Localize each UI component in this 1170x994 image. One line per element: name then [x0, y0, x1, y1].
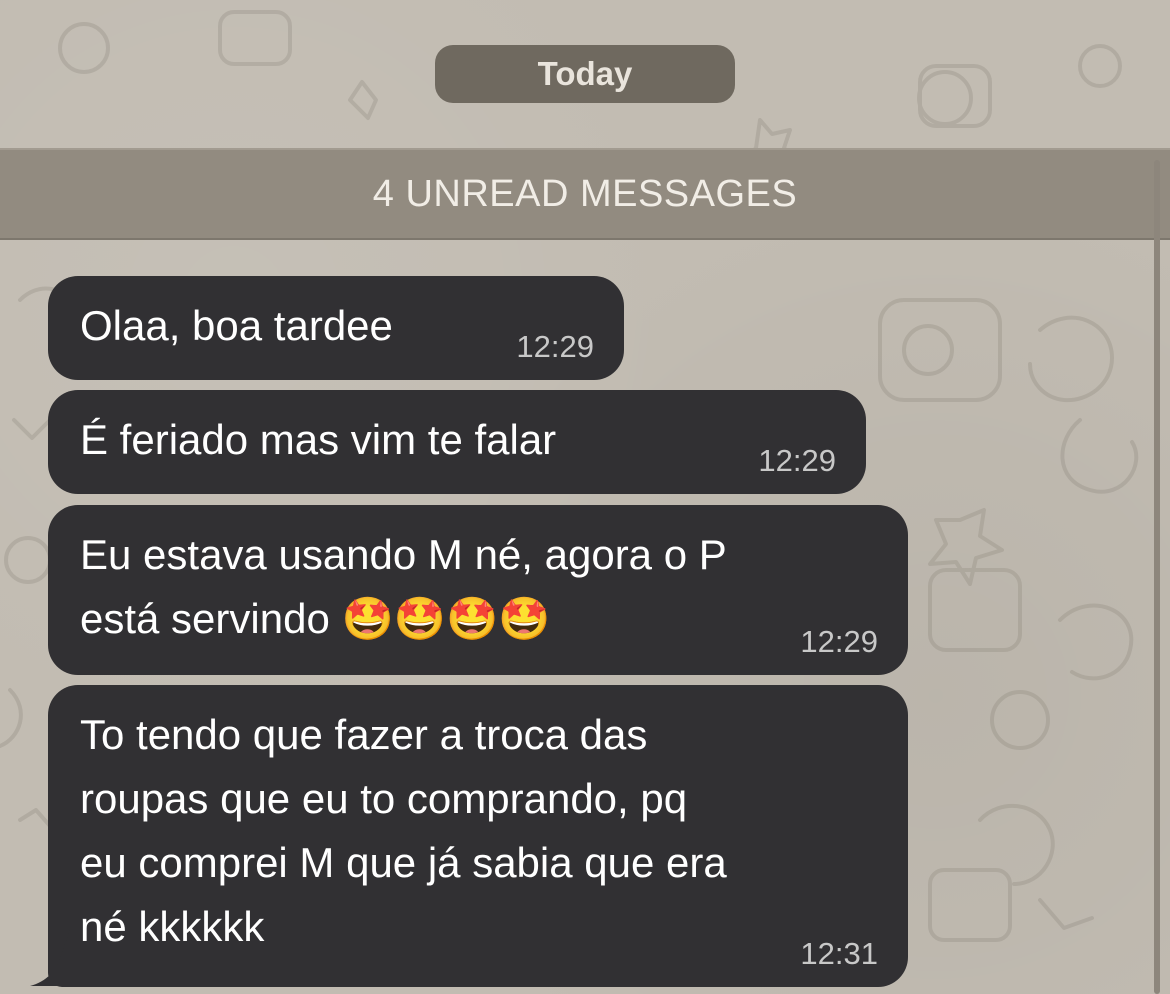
message-text: Olaa, boa tardee: [80, 302, 393, 349]
unread-messages-banner: 4 UNREAD MESSAGES: [0, 148, 1170, 240]
unread-messages-label: 4 UNREAD MESSAGES: [372, 173, 798, 215]
bubble-tail-icon: [30, 930, 70, 986]
date-separator: Today: [435, 45, 735, 103]
message-bubble[interactable]: To tendo que fazer a troca das roupas qu…: [48, 685, 908, 987]
message-bubble[interactable]: É feriado mas vim te falar 12:29: [48, 390, 866, 494]
chat-scrollbar[interactable]: [1154, 160, 1160, 994]
message-time: 12:29: [758, 443, 836, 478]
date-label: Today: [537, 55, 633, 92]
message-time: 12:29: [516, 329, 594, 364]
message-time: 12:31: [800, 936, 878, 971]
message-text: É feriado mas vim te falar: [80, 416, 557, 463]
message-bubble[interactable]: Olaa, boa tardee 12:29: [48, 276, 624, 380]
message-text: Eu estava usando M né, agora o P está se…: [80, 531, 727, 642]
message-text: To tendo que fazer a troca das roupas qu…: [80, 711, 727, 950]
message-bubble[interactable]: Eu estava usando M né, agora o P está se…: [48, 505, 908, 675]
message-time: 12:29: [800, 624, 878, 659]
